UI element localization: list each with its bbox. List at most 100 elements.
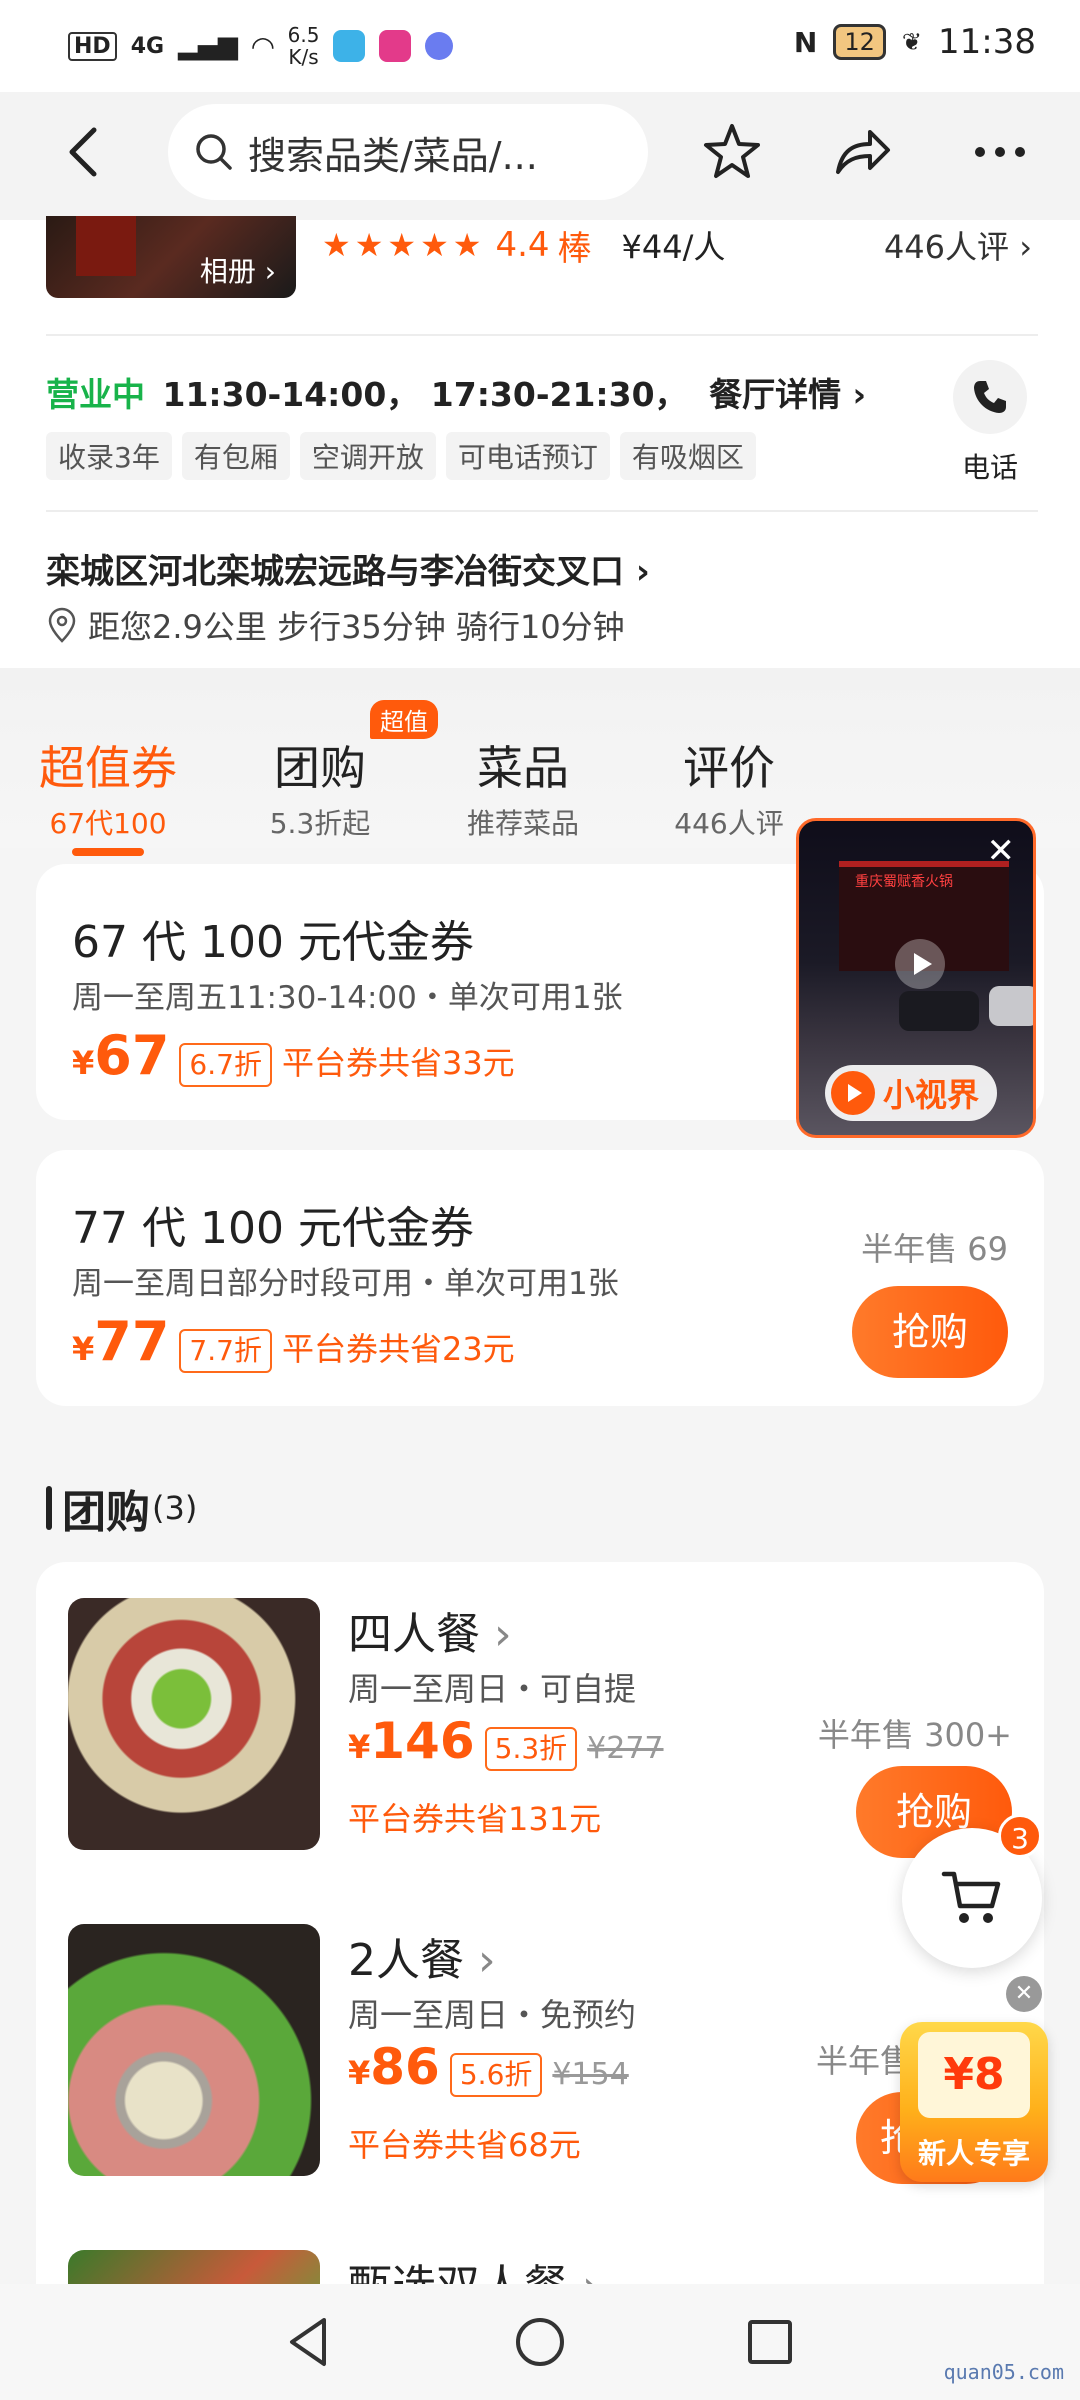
share-button[interactable] xyxy=(830,120,894,184)
opening-hours: 11:30-14:00， 17:30-21:30， xyxy=(162,375,688,414)
tag-list: 收录3年 有包厢 空调开放 可电话预订 有吸烟区 xyxy=(46,432,766,480)
hd-indicator: HD xyxy=(68,31,117,61)
video-car xyxy=(899,991,979,1031)
tab-group-buy[interactable]: 团购 5.3折起 超值 xyxy=(260,700,438,842)
album-thumb-light xyxy=(76,216,136,276)
nav-home-button[interactable] xyxy=(512,2314,568,2370)
restaurant-detail-link[interactable]: 餐厅详情 › xyxy=(709,375,866,414)
share-icon xyxy=(836,130,890,174)
voucher-price: 67 xyxy=(94,1024,170,1087)
speed-value: 6.5 xyxy=(287,23,320,47)
review-count[interactable]: 446人评 › xyxy=(884,222,1032,268)
shop-info: 相册 › ★★★★★ 4.4 棒 ¥44/人 446人评 › 营业中 11:30… xyxy=(0,216,1080,668)
nav-recents-button[interactable] xyxy=(742,2314,798,2370)
video-label-pill: 小视界 xyxy=(825,1065,998,1121)
nav-back-button[interactable] xyxy=(282,2314,338,2370)
dish-image xyxy=(68,1924,320,2176)
square-recents-icon xyxy=(748,2320,792,2364)
cart-button[interactable]: 3 xyxy=(902,1814,1042,1968)
triangle-back-icon xyxy=(290,2318,326,2366)
promo-amount: ¥8 xyxy=(943,2049,1005,2100)
buy-button[interactable]: 抢购 xyxy=(852,1286,1008,1378)
tab-subtitle: 67代100 xyxy=(49,807,167,840)
album-thumbnail[interactable]: 相册 › xyxy=(46,216,296,298)
section-count: (3) xyxy=(152,1489,198,1527)
phone-label: 电话 xyxy=(961,451,1018,484)
system-nav-bar: quan05.com xyxy=(0,2284,1080,2400)
circle-home-icon xyxy=(516,2318,564,2366)
sold-count: 半年售 xyxy=(816,2042,913,2080)
rating-score: 4.4 xyxy=(495,225,550,265)
distance-text: 距您2.9公里 步行35分钟 骑行10分钟 xyxy=(88,608,625,646)
location-pin-icon xyxy=(48,607,76,643)
tab-vouchers[interactable]: 超值券 67代100 xyxy=(36,732,180,856)
currency-symbol: ¥ xyxy=(348,2054,371,2092)
group-item[interactable]: 2人餐 › 周一至周日・免预约 ¥86 5.6折 ¥154 平台券共省68元 半… xyxy=(36,1888,1044,2208)
watermark: quan05.com xyxy=(943,2360,1064,2384)
nfc-icon: N xyxy=(793,25,818,59)
discount-badge: 5.3折 xyxy=(484,1727,578,1771)
search-input[interactable]: 搜索品类/菜品/... xyxy=(168,104,648,200)
voucher-title: 77 代 100 元代金券 xyxy=(72,1203,474,1254)
item-name[interactable]: 2人餐 › xyxy=(348,1924,496,1988)
status-left: HD 4G ▂▄▆ ◠ 6.5 K/s xyxy=(68,24,454,68)
signal-icon: ▂▄▆ xyxy=(178,31,239,61)
voucher-price-row: ¥77 7.7折 平台券共省23元 xyxy=(72,1310,515,1373)
item-price-row: ¥86 5.6折 ¥154 xyxy=(348,2038,629,2097)
savings-text: 平台券共省33元 xyxy=(281,1044,515,1082)
item-desc: 周一至周日・免预约 xyxy=(348,1996,637,2034)
discount-badge: 6.7折 xyxy=(179,1043,272,1087)
tab-title: 超值券 xyxy=(39,741,177,795)
tab-subtitle: 推荐菜品 xyxy=(466,807,579,840)
close-icon[interactable]: ✕ xyxy=(987,831,1016,871)
distance-line: 距您2.9公里 步行35分钟 骑行10分钟 xyxy=(46,602,625,648)
item-price: 86 xyxy=(370,2038,440,2096)
voucher-price-row: ¥67 6.7折 平台券共省33元 xyxy=(72,1024,515,1087)
promo-close-icon[interactable]: ✕ xyxy=(1006,1976,1042,2012)
tab-subtitle: 446人评 xyxy=(674,807,784,840)
favorite-button[interactable] xyxy=(700,120,764,184)
tag: 空调开放 xyxy=(299,432,436,480)
music-app-icon xyxy=(425,32,454,60)
search-placeholder: 搜索品类/菜品/... xyxy=(248,133,538,178)
more-button[interactable] xyxy=(968,120,1032,184)
item-name[interactable]: 四人餐 › xyxy=(348,1598,512,1662)
currency-symbol: ¥ xyxy=(72,1330,95,1368)
rating-row: ★★★★★ 4.4 棒 ¥44/人 446人评 › xyxy=(322,220,1042,270)
item-desc: 周一至周日・可自提 xyxy=(348,1670,637,1708)
play-icon[interactable] xyxy=(895,939,945,989)
tab-dishes[interactable]: 菜品 推荐菜品 xyxy=(458,732,588,842)
section-marker xyxy=(46,1486,52,1530)
battery-icon: 12 xyxy=(833,24,886,60)
back-button[interactable] xyxy=(56,122,116,182)
wifi-icon: ◠ xyxy=(252,29,274,63)
app-notification-icon xyxy=(333,30,366,62)
currency-symbol: ¥ xyxy=(72,1044,95,1082)
clock: 11:38 xyxy=(938,22,1036,62)
chevron-right-icon: › xyxy=(494,1609,512,1660)
phone-icon xyxy=(953,360,1027,434)
group-item[interactable]: 四人餐 › 周一至周日・可自提 ¥146 5.3折 ¥277 平台券共省131元… xyxy=(36,1562,1044,1882)
divider xyxy=(46,334,1038,336)
voucher-desc: 周一至周日部分时段可用・单次可用1张 xyxy=(72,1266,619,1302)
item-price-row: ¥146 5.3折 ¥277 xyxy=(348,1712,664,1771)
newcomer-promo[interactable]: ¥8 新人专享 xyxy=(900,2022,1048,2182)
tab-active-indicator xyxy=(72,848,144,856)
hours-row[interactable]: 营业中 11:30-14:00， 17:30-21:30， 餐厅详情 › xyxy=(46,368,866,416)
dish-image xyxy=(68,1598,320,1850)
tag: 可电话预订 xyxy=(445,432,610,480)
savings-text: 平台券共省68元 xyxy=(348,2126,581,2164)
video-label: 小视界 xyxy=(883,1076,980,1114)
address-line[interactable]: 栾城区河北栾城宏远路与李冶街交叉口 › xyxy=(46,544,650,593)
video-preview[interactable]: 重庆蜀赋香火锅 ✕ 小视界 xyxy=(796,818,1036,1138)
status-bar: HD 4G ▂▄▆ ◠ 6.5 K/s N 12 ❦ 11:38 xyxy=(0,0,1080,92)
network-indicator: 4G xyxy=(130,33,165,59)
chevron-right-icon: › xyxy=(635,552,650,592)
voucher-title: 67 代 100 元代金券 xyxy=(72,917,474,968)
voucher-card[interactable]: 77 代 100 元代金券 周一至周日部分时段可用・单次可用1张 ¥77 7.7… xyxy=(36,1150,1044,1406)
tab-reviews[interactable]: 评价 446人评 xyxy=(664,732,794,842)
group-section-header: 团购 (3) xyxy=(46,1476,197,1540)
sold-count: 半年售 300+ xyxy=(817,1716,1012,1754)
speed-indicator: 6.5 K/s xyxy=(288,24,320,68)
phone-button[interactable]: 电话 xyxy=(940,360,1040,486)
